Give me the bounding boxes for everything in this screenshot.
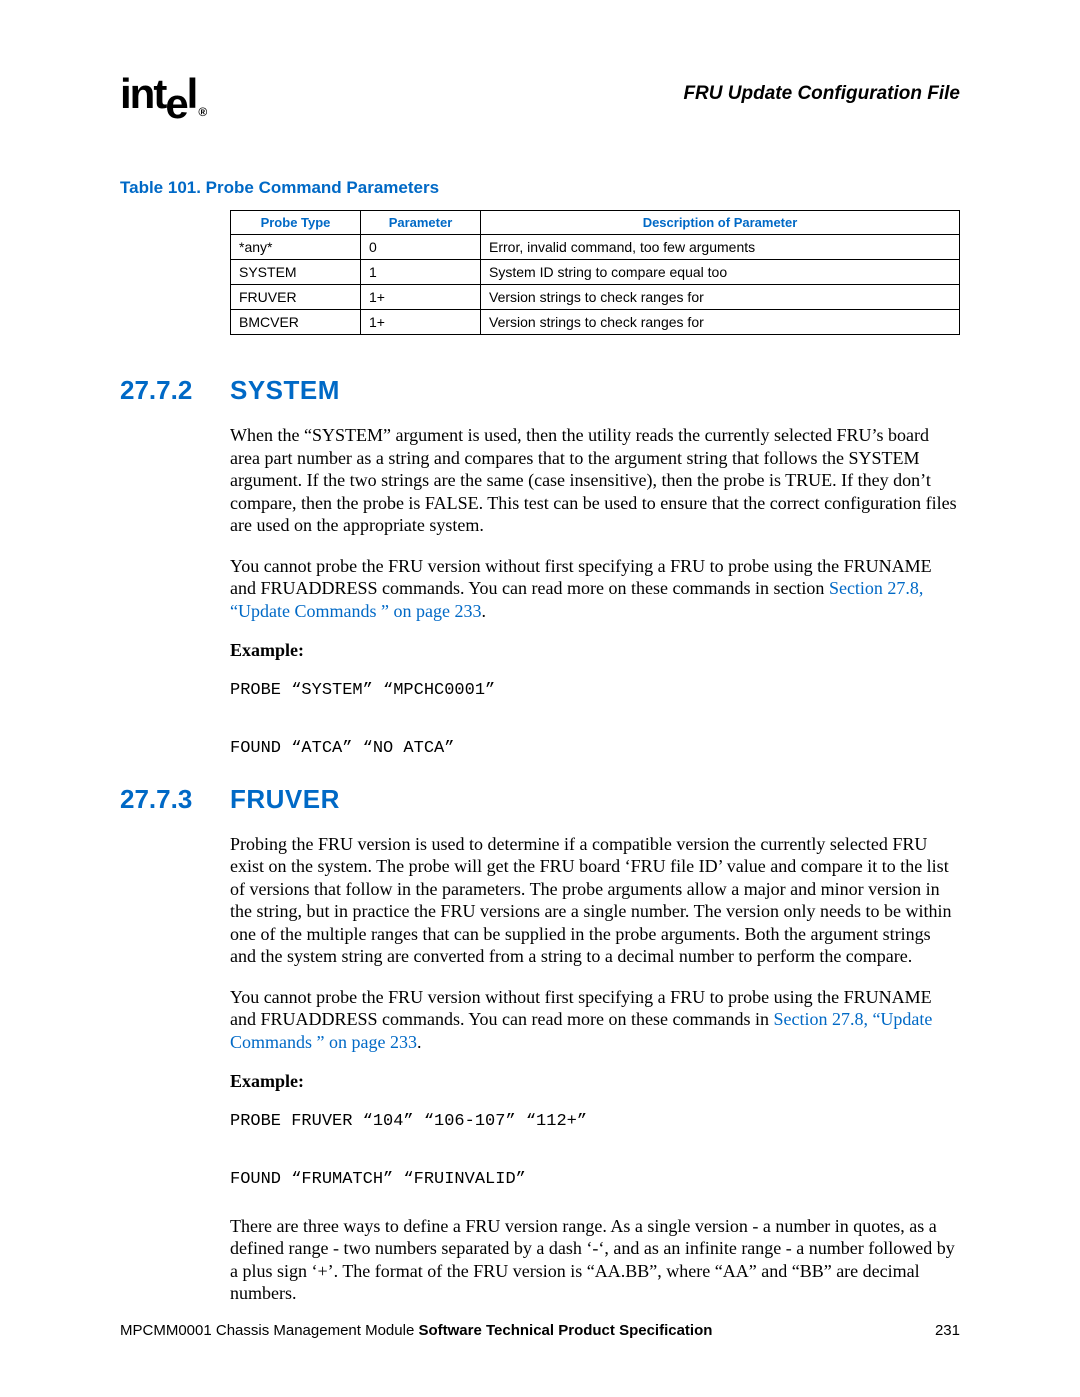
text: . <box>417 1032 422 1052</box>
cell: Version strings to check ranges for <box>481 310 960 335</box>
body-paragraph: You cannot probe the FRU version without… <box>230 986 960 1054</box>
text: . <box>481 601 486 621</box>
cell: *any* <box>231 235 361 260</box>
cell: Version strings to check ranges for <box>481 285 960 310</box>
table-row: *any* 0 Error, invalid command, too few … <box>231 235 960 260</box>
page-footer: MPCMM0001 Chassis Management Module Soft… <box>120 1322 960 1339</box>
body-paragraph: You cannot probe the FRU version without… <box>230 555 960 623</box>
table-header: Probe Type <box>231 211 361 235</box>
table-row: BMCVER 1+ Version strings to check range… <box>231 310 960 335</box>
cell: 1+ <box>361 285 481 310</box>
code-block: PROBE FRUVER “104” “106-107” “112+” FOUN… <box>230 1108 960 1195</box>
cell: 0 <box>361 235 481 260</box>
text: MPCMM0001 Chassis Management Module <box>120 1322 418 1339</box>
table-row: SYSTEM 1 System ID string to compare equ… <box>231 260 960 285</box>
cell: Error, invalid command, too few argument… <box>481 235 960 260</box>
section-heading-fruver: 27.7.3 FRUVER <box>120 784 960 815</box>
section-number: 27.7.3 <box>120 784 230 815</box>
body-paragraph: When the “SYSTEM” argument is used, then… <box>230 424 960 537</box>
cell: 1+ <box>361 310 481 335</box>
example-label: Example: <box>230 640 960 661</box>
table-row: FRUVER 1+ Version strings to check range… <box>231 285 960 310</box>
cell: SYSTEM <box>231 260 361 285</box>
table-header: Parameter <box>361 211 481 235</box>
page-number: 231 <box>935 1322 960 1339</box>
probe-params-table: Probe Type Parameter Description of Para… <box>230 210 960 335</box>
table-caption: Table 101. Probe Command Parameters <box>120 178 960 198</box>
text: Software Technical Product Specification <box>418 1322 712 1339</box>
intel-logo: intel® <box>120 70 203 118</box>
cell: 1 <box>361 260 481 285</box>
table-header: Description of Parameter <box>481 211 960 235</box>
cell: System ID string to compare equal too <box>481 260 960 285</box>
cell: FRUVER <box>231 285 361 310</box>
doc-header-title: FRU Update Configuration File <box>683 83 960 105</box>
cell: BMCVER <box>231 310 361 335</box>
body-paragraph: Probing the FRU version is used to deter… <box>230 833 960 968</box>
code-block: PROBE “SYSTEM” “MPCHC0001” FOUND “ATCA” … <box>230 677 960 764</box>
footer-doc-title: MPCMM0001 Chassis Management Module Soft… <box>120 1322 712 1339</box>
section-number: 27.7.2 <box>120 375 230 406</box>
page-header: intel® FRU Update Configuration File <box>120 70 960 118</box>
example-label: Example: <box>230 1071 960 1092</box>
body-paragraph: There are three ways to define a FRU ver… <box>230 1215 960 1305</box>
section-title: FRUVER <box>230 784 340 815</box>
section-title: SYSTEM <box>230 375 340 406</box>
section-heading-system: 27.7.2 SYSTEM <box>120 375 960 406</box>
text: You cannot probe the FRU version without… <box>230 556 932 599</box>
